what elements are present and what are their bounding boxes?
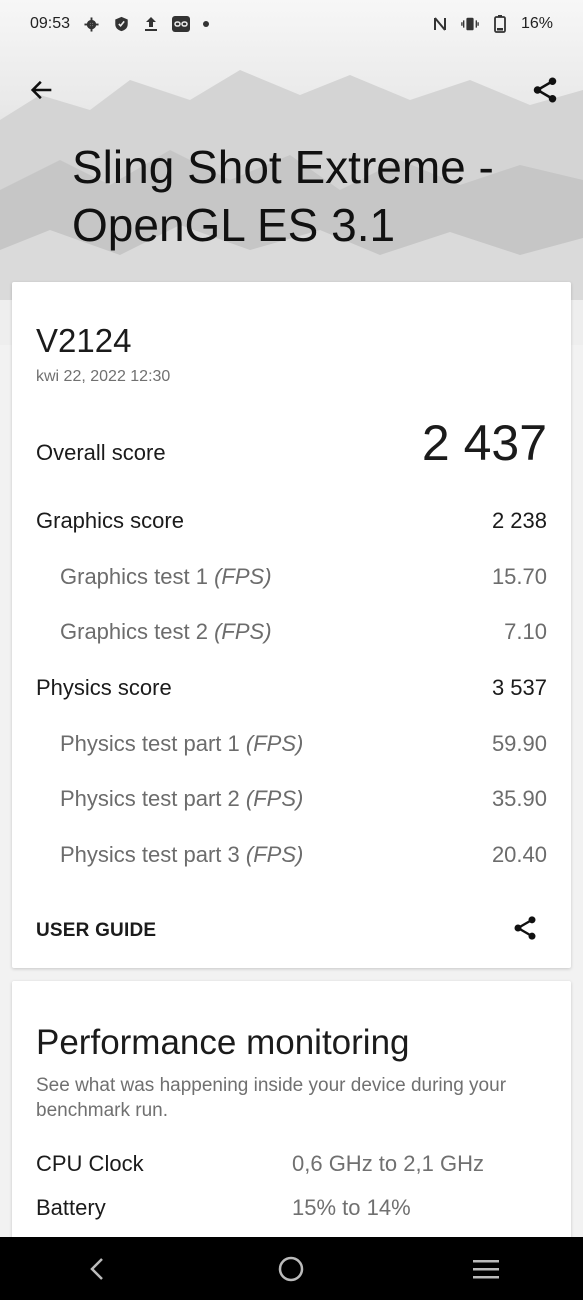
battery-value: 15% to 14% bbox=[292, 1195, 411, 1220]
physics-test-1-row: Physics test part 1 (FPS) 59.90 bbox=[36, 731, 547, 757]
cpu-clock-value: 0,6 GHz to 2,1 GHz bbox=[292, 1151, 484, 1176]
overall-score-value: 2 437 bbox=[421, 415, 547, 471]
vibrate-icon bbox=[461, 15, 479, 33]
dot-icon bbox=[202, 15, 210, 33]
graphics-test-1-label: Graphics test 1 bbox=[60, 564, 208, 589]
nav-recents-button[interactable] bbox=[456, 1244, 516, 1294]
physics-test-3-row: Physics test part 3 (FPS) 20.40 bbox=[36, 842, 547, 868]
home-circle-icon bbox=[279, 1256, 304, 1281]
graphics-test-2-label: Graphics test 2 bbox=[60, 619, 208, 644]
graphics-test-1-value: 15.70 bbox=[491, 564, 547, 589]
physics-test-2-row: Physics test part 2 (FPS) 35.90 bbox=[36, 786, 547, 812]
arrow-left-icon bbox=[30, 80, 52, 100]
physics-score-label: Physics score bbox=[36, 675, 172, 700]
result-share-button[interactable] bbox=[509, 912, 541, 944]
back-button[interactable] bbox=[22, 70, 62, 110]
performance-card: Performance monitoring See what was happ… bbox=[12, 981, 571, 1281]
physics-test-3-label: Physics test part 3 bbox=[60, 842, 240, 867]
nav-back-button[interactable] bbox=[67, 1244, 127, 1294]
upload-icon bbox=[142, 15, 160, 33]
physics-test-2-value: 35.90 bbox=[491, 786, 547, 811]
graphics-test-2-unit: (FPS) bbox=[214, 619, 272, 644]
chevron-left-icon bbox=[90, 1257, 104, 1280]
overall-score-row: Overall score 2 437 bbox=[36, 414, 547, 472]
graphics-test-2-value: 7.10 bbox=[504, 619, 547, 644]
physics-test-1-value: 59.90 bbox=[491, 731, 547, 756]
status-bar: 09:53 16% bbox=[0, 0, 583, 48]
physics-score-row: Physics score 3 537 bbox=[36, 675, 547, 701]
physics-test-3-unit: (FPS) bbox=[245, 842, 304, 867]
graphics-score-label: Graphics score bbox=[36, 508, 184, 533]
cpu-clock-label: CPU Clock bbox=[36, 1151, 144, 1176]
physics-test-2-unit: (FPS) bbox=[245, 786, 304, 811]
share-icon bbox=[533, 77, 557, 103]
battery-label: Battery bbox=[36, 1195, 106, 1220]
graphics-test-1-unit: (FPS) bbox=[214, 564, 272, 589]
graphics-test-1-row: Graphics test 1 (FPS) 15.70 bbox=[36, 564, 547, 590]
physics-score-value: 3 537 bbox=[491, 675, 547, 700]
physics-test-1-unit: (FPS) bbox=[245, 731, 304, 756]
battery-level: 16% bbox=[520, 15, 553, 32]
user-guide-link[interactable]: USER GUIDE bbox=[36, 920, 156, 942]
battery-icon bbox=[491, 15, 509, 33]
performance-title: Performance monitoring bbox=[36, 1023, 410, 1062]
settings-icon bbox=[82, 15, 100, 33]
performance-description: See what was happening inside your devic… bbox=[36, 1075, 507, 1121]
link-icon bbox=[172, 15, 191, 33]
device-name: V2124 bbox=[36, 322, 132, 359]
graphics-test-2-row: Graphics test 2 (FPS) 7.10 bbox=[36, 619, 547, 645]
page-title: Sling Shot Extreme - OpenGL ES 3.1 bbox=[72, 141, 494, 251]
system-nav-bar bbox=[0, 1237, 583, 1300]
physics-test-3-value: 20.40 bbox=[491, 842, 547, 867]
nfc-icon bbox=[431, 15, 449, 33]
menu-icon bbox=[472, 1259, 499, 1278]
physics-test-2-label: Physics test part 2 bbox=[60, 786, 240, 811]
shield-icon bbox=[112, 15, 130, 33]
run-date: kwi 22, 2022 12:30 bbox=[36, 368, 171, 385]
nav-home-button[interactable] bbox=[261, 1244, 321, 1294]
physics-test-1-label: Physics test part 1 bbox=[60, 731, 240, 756]
share-button[interactable] bbox=[525, 70, 565, 110]
overall-score-label: Overall score bbox=[36, 440, 166, 465]
share-icon bbox=[514, 916, 536, 940]
graphics-score-value: 2 238 bbox=[491, 508, 547, 533]
clock: 09:53 bbox=[30, 15, 71, 32]
graphics-score-row: Graphics score 2 238 bbox=[36, 508, 547, 534]
results-card: V2124 kwi 22, 2022 12:30 Overall score 2… bbox=[12, 282, 571, 968]
